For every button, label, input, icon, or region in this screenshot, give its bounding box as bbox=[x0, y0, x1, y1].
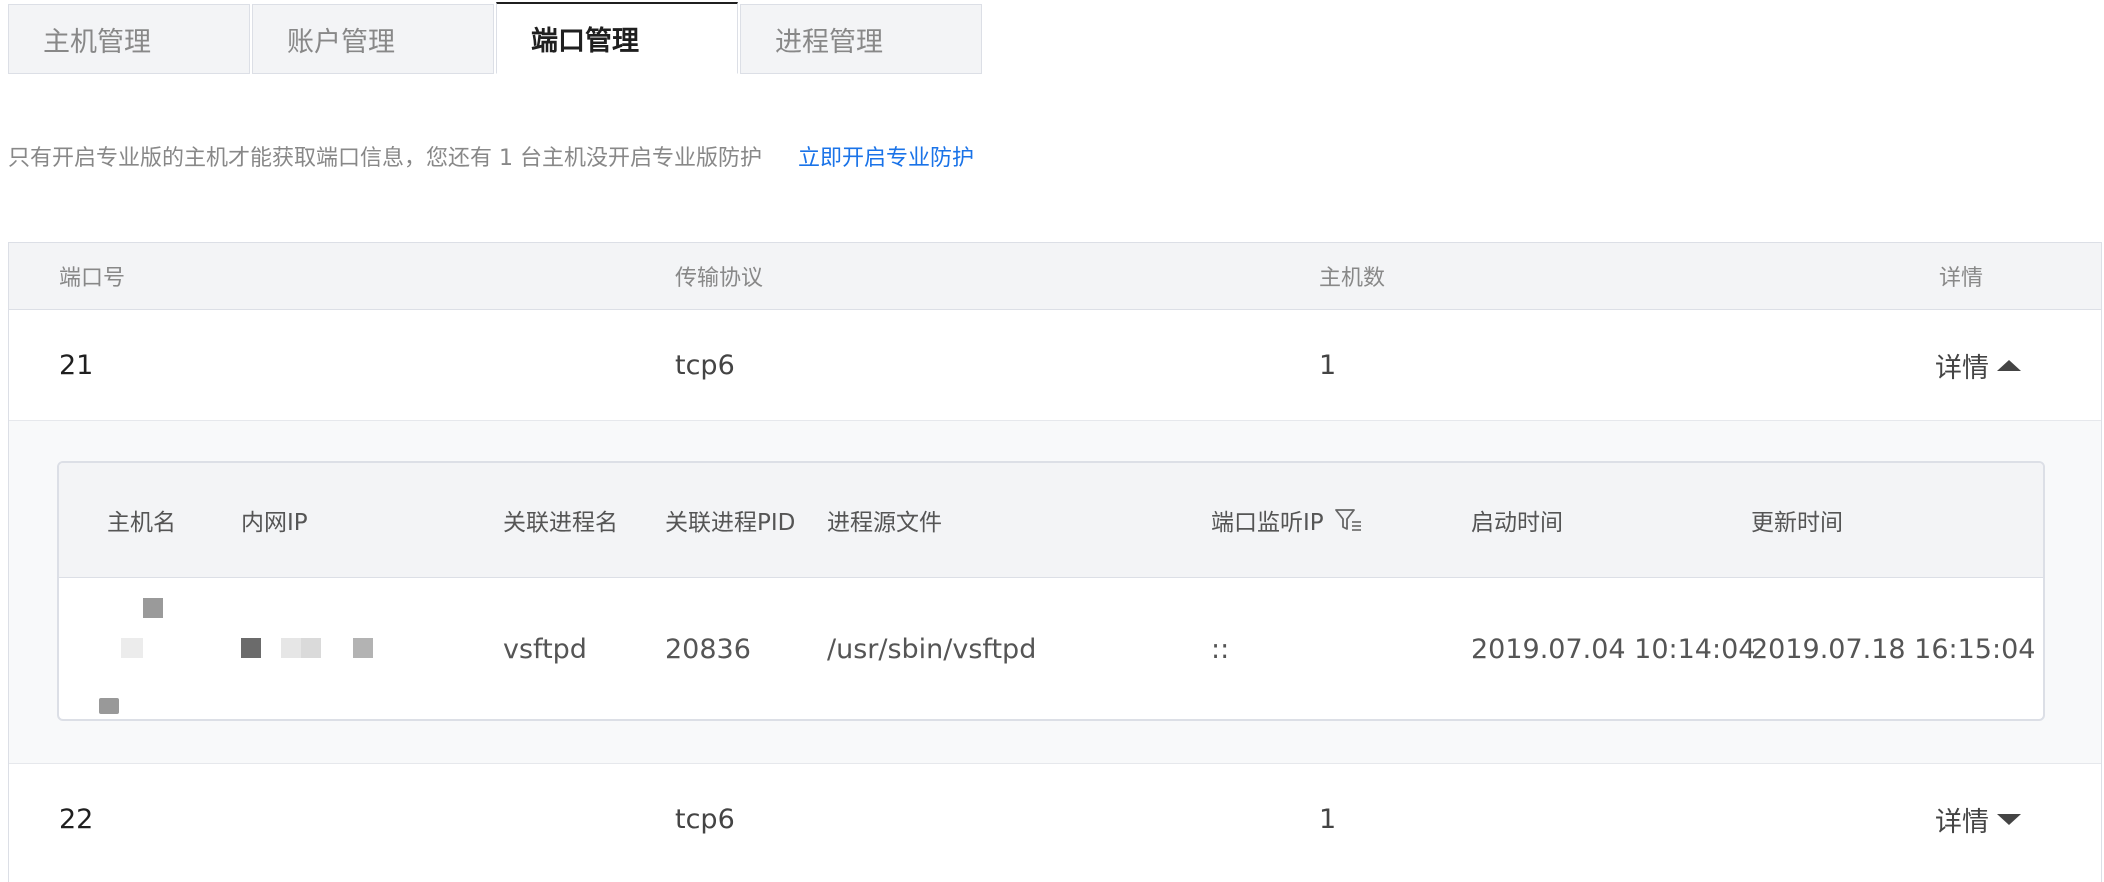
update-time: 2019.07.18 16:15:04 bbox=[1751, 633, 2036, 665]
col-host-count: 主机数 bbox=[1319, 266, 1386, 291]
source-file: /usr/sbin/vsftpd bbox=[827, 633, 1037, 665]
col-update-time: 更新时间 bbox=[1751, 510, 1843, 536]
port-number: 22 bbox=[59, 803, 94, 835]
tab-label: 账户管理 bbox=[287, 26, 395, 58]
listen-ip: :: bbox=[1211, 633, 1230, 665]
table-row: vsftpd 20836 /usr/sbin/vsftpd :: 2019.07… bbox=[59, 578, 2043, 719]
col-start-time: 启动时间 bbox=[1471, 510, 1563, 536]
table-row[interactable]: 22 tcp6 1 详情 bbox=[9, 764, 2101, 874]
caret-down-icon bbox=[1997, 813, 2021, 825]
host-detail-table: 主机名 内网IP 关联进程名 关联进程PID 进程源文件 端口监听IP 启动时间… bbox=[57, 461, 2045, 721]
col-hostname: 主机名 bbox=[107, 510, 176, 536]
col-port: 端口号 bbox=[59, 266, 126, 291]
col-details: 详情 bbox=[1939, 266, 1984, 291]
protocol-value: tcp6 bbox=[675, 349, 735, 381]
internal-ip-redacted bbox=[241, 578, 381, 719]
pro-notice: 只有开启专业版的主机才能获取端口信息，您还有 1 台主机没开启专业版防护 立即开… bbox=[8, 140, 974, 172]
tab-label: 主机管理 bbox=[43, 26, 151, 58]
tab-host-management[interactable]: 主机管理 bbox=[8, 4, 250, 74]
process-pid: 20836 bbox=[665, 633, 751, 665]
tab-process-management[interactable]: 进程管理 bbox=[740, 4, 982, 74]
hostname-redacted bbox=[99, 578, 189, 719]
details-toggle[interactable]: 详情 bbox=[1935, 310, 2021, 420]
tab-port-management[interactable]: 端口管理 bbox=[496, 2, 738, 74]
protocol-value: tcp6 bbox=[675, 803, 735, 835]
col-listen-ip: 端口监听IP bbox=[1211, 463, 1364, 577]
start-time: 2019.07.04 10:14:04 bbox=[1471, 633, 1756, 665]
port-table: 端口号 传输协议 主机数 详情 21 tcp6 1 详情 主机名 内网IP 关联… bbox=[8, 242, 2102, 882]
col-source-file: 进程源文件 bbox=[827, 510, 942, 536]
subtable-header: 主机名 内网IP 关联进程名 关联进程PID 进程源文件 端口监听IP 启动时间… bbox=[59, 463, 2043, 578]
table-row[interactable]: 21 tcp6 1 详情 bbox=[9, 310, 2101, 421]
col-internal-ip: 内网IP bbox=[241, 510, 308, 536]
host-count-value: 1 bbox=[1319, 803, 1337, 835]
caret-up-icon bbox=[1997, 359, 2021, 371]
tab-label: 端口管理 bbox=[531, 26, 639, 57]
listen-ip-label: 端口监听IP bbox=[1211, 510, 1324, 536]
table-header: 端口号 传输协议 主机数 详情 bbox=[9, 243, 2101, 310]
col-process-pid: 关联进程PID bbox=[665, 510, 796, 536]
details-toggle[interactable]: 详情 bbox=[1935, 764, 2021, 874]
details-label: 详情 bbox=[1935, 352, 1989, 384]
tab-bar: 主机管理 账户管理 端口管理 进程管理 bbox=[8, 2, 984, 76]
enable-pro-link[interactable]: 立即开启专业防护 bbox=[798, 140, 974, 172]
tab-label: 进程管理 bbox=[775, 26, 883, 58]
details-label: 详情 bbox=[1935, 806, 1989, 838]
filter-icon[interactable] bbox=[1334, 507, 1364, 533]
host-count-value: 1 bbox=[1319, 349, 1337, 381]
port-number: 21 bbox=[59, 349, 94, 381]
notice-text: 只有开启专业版的主机才能获取端口信息，您还有 1 台主机没开启专业版防护 bbox=[8, 146, 762, 171]
col-process-name: 关联进程名 bbox=[503, 510, 618, 536]
tab-account-management[interactable]: 账户管理 bbox=[252, 4, 494, 74]
process-name: vsftpd bbox=[503, 633, 587, 665]
expanded-detail: 主机名 内网IP 关联进程名 关联进程PID 进程源文件 端口监听IP 启动时间… bbox=[9, 421, 2101, 764]
col-protocol: 传输协议 bbox=[675, 266, 764, 291]
